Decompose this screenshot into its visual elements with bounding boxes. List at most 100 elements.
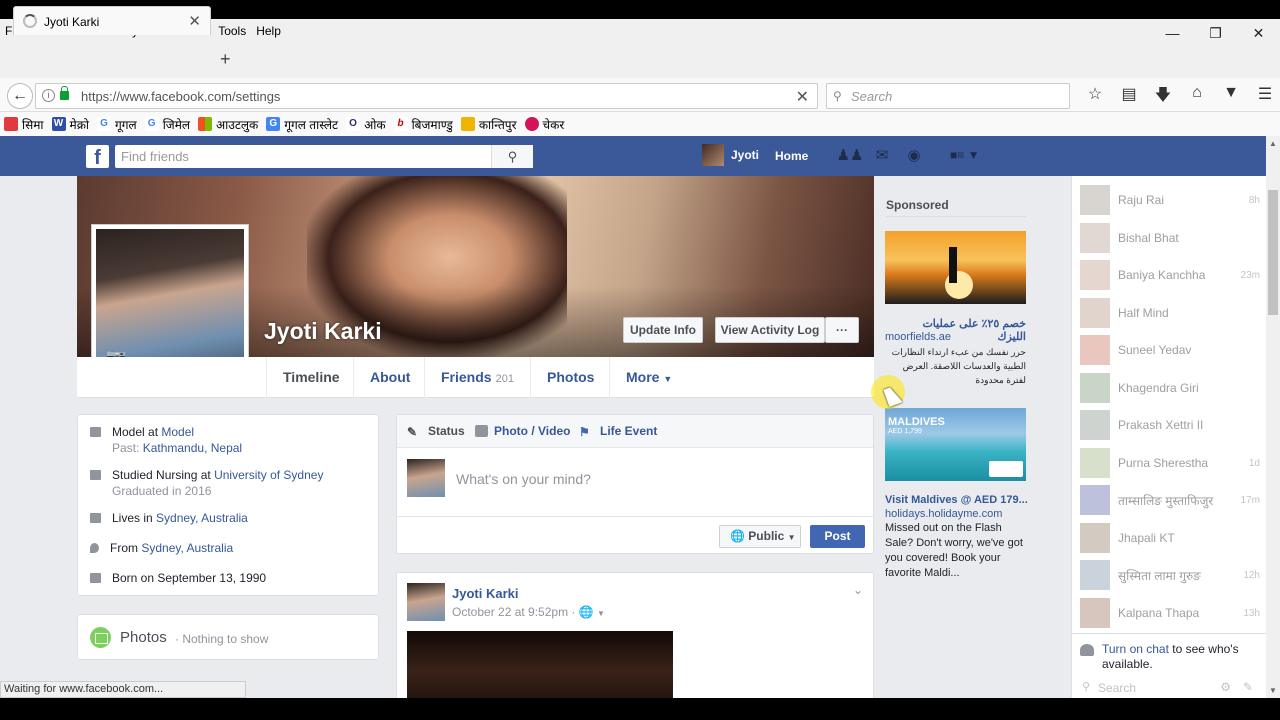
friend-requests-icon[interactable]: ♟♟ [834,146,866,166]
hamburger-menu-icon[interactable]: ☰ [1248,84,1280,111]
photos-title[interactable]: Photos [120,629,167,646]
tab-photos[interactable]: Photos [547,369,594,385]
chat-friend[interactable]: Suneel Yedav [1080,335,1260,365]
profile-name[interactable]: Jyoti Karki [264,318,382,345]
avatar [1080,598,1110,628]
status-option[interactable]: ✎ Status [407,424,465,439]
intro-work-link[interactable]: Model [161,425,194,439]
chat-friend[interactable]: Baniya Kanchha 23m [1080,260,1260,290]
browser-search-input[interactable]: ⚲ Search [826,83,1070,109]
chat-friend[interactable]: Raju Rai 8h [1080,185,1260,215]
chat-friend[interactable]: Bishal Bhat [1080,223,1260,253]
star-bookmark-icon[interactable]: ☆ [1078,84,1112,111]
chat-friend[interactable]: Khagendra Giri [1080,373,1260,403]
avatar [1080,223,1110,253]
download-icon[interactable]: 🡇 [1146,84,1180,111]
chat-friend[interactable]: Prakash Xettri II [1080,410,1260,440]
bookmark-label: कान्तिपुर [478,117,517,132]
chat-search-input[interactable]: Search [1098,681,1136,695]
intro-from-link[interactable]: Sydney, Australia [141,541,233,555]
chat-friend-name: सुस्मिता लामा गुरुङ [1118,568,1201,583]
bookmark-item[interactable]: सिमा [4,116,44,133]
new-tab-icon[interactable]: + [220,49,231,70]
view-activity-log-button[interactable]: View Activity Log [715,317,825,343]
chat-friend[interactable]: Kalpana Thapa 13h [1080,598,1260,628]
url-bar[interactable]: i https://www.facebook.com/settings ✕ [35,83,818,109]
more-options-button[interactable]: ··· [825,317,859,343]
olx-icon: O [346,117,361,131]
intro-lives-link[interactable]: Sydney, Australia [156,511,248,525]
gear-icon[interactable]: ⚙ [1220,680,1231,694]
browser-tab[interactable]: Jyoti Karki ✕ [13,6,211,35]
bookmark-item[interactable]: W मेक्रो [51,116,89,133]
post-date-text[interactable]: October 22 at 9:52pm · [452,605,579,619]
bookmark-item[interactable]: G गूगल [97,116,137,133]
ad-logo [989,461,1023,477]
profile-shortcut[interactable]: Jyoti [702,144,759,166]
intro-edu-sub: Graduated in 2016 [112,484,212,498]
avatar[interactable] [407,583,445,621]
ad-domain[interactable]: moorfields.ae [885,331,951,343]
compose-icon[interactable]: ✎ [1243,680,1253,694]
scrollbar-thumb[interactable] [1268,190,1278,315]
reading-list-icon[interactable]: ▤ [1112,84,1146,111]
intro-edu-link[interactable]: University of Sydney [214,468,323,482]
close-tab-icon[interactable]: ✕ [188,12,201,30]
intro-lives-text: Lives in [112,511,157,525]
kantipur-icon [460,117,475,131]
update-info-button[interactable]: Update Info [623,317,703,343]
bookmark-item[interactable]: b बिजमाण्डु [393,116,453,133]
chevron-down-icon[interactable]: ▼ [597,609,605,618]
composer-input[interactable]: What's on your mind? [456,471,591,487]
tab-divider [424,357,425,398]
privacy-selector[interactable]: 🌐 Public ▼ [719,525,801,548]
search-icon[interactable]: ⚲ [491,145,533,168]
stop-load-icon[interactable]: ✕ [796,87,809,107]
ad-image[interactable] [885,231,1026,304]
bookmark-item[interactable]: कान्तिपुर [460,116,517,133]
ad-text: حرر نفسك من عبء ارتداء النظارات الطبية و… [891,347,1026,385]
bookmark-item[interactable]: आउटलुक [198,116,258,133]
fb-search-input[interactable]: Find friends ⚲ [115,145,533,168]
post-button[interactable]: Post [810,525,865,548]
life-event-option[interactable]: ⚑ Life Event [579,424,657,439]
chat-friend[interactable]: ताम्सालिङ मुस्ताफिजुर 17m [1080,485,1260,515]
scroll-down-icon[interactable]: ▼ [1269,686,1277,695]
chat-friend[interactable]: सुस्मिता लामा गुरुङ 12h [1080,560,1260,590]
notifications-globe-icon[interactable]: ◉ [898,146,930,166]
scroll-up-icon[interactable]: ▲ [1269,139,1277,148]
ad-domain[interactable]: holidays.holidayme.com [885,508,1002,520]
tab-about[interactable]: About [370,369,410,385]
ad-title[interactable]: Visit Maldives @ AED 179... [885,494,1028,506]
bookmark-item[interactable]: G गूगल तास्लेट [266,116,338,133]
menu-help[interactable]: Help [251,24,286,38]
page-scrollbar[interactable]: ▲ ▼ [1266,136,1280,698]
chat-friend[interactable]: Half Mind [1080,298,1260,328]
facebook-logo-icon[interactable]: f [86,145,109,169]
back-icon[interactable]: ← [7,83,33,109]
info-icon[interactable]: i [42,89,55,102]
privacy-shortcuts-icon[interactable]: ■≡ ▼ [950,148,979,162]
bookmark-item[interactable]: चेकर [524,116,564,133]
bookmark-item[interactable]: O ओक [346,116,386,133]
ad-image[interactable]: MALDIVES AED 1,799 [885,408,1026,481]
messages-icon[interactable]: ✉ [866,146,898,166]
intro-past-link[interactable]: Kathmandu, Nepal [143,441,242,455]
chat-friend[interactable]: Jhapali KT [1080,523,1260,553]
post-author[interactable]: Jyoti Karki [452,586,518,601]
biz-icon: b [393,117,408,131]
chat-friend[interactable]: Purna Sherestha 1d [1080,448,1260,478]
home-link[interactable]: Home [775,149,808,163]
tab-friends[interactable]: Friends 201 [441,369,514,385]
pocket-icon[interactable]: ▼ [1214,84,1248,111]
avatar [1080,410,1110,440]
turn-on-chat-link[interactable]: Turn on chat [1102,642,1169,656]
tab-timeline[interactable]: Timeline [283,369,340,385]
photo-video-option[interactable]: Photo / Video [475,424,570,438]
home-icon[interactable]: ⌂ [1180,84,1214,111]
bookmark-item[interactable]: G जिमेल [144,116,190,133]
post-options-chevron-icon[interactable]: ⌄ [853,583,863,597]
menu-tools[interactable]: Tools [213,24,251,38]
tab-more[interactable]: More ▼ [626,369,672,385]
chat-friend-time: 13h [1243,607,1260,619]
